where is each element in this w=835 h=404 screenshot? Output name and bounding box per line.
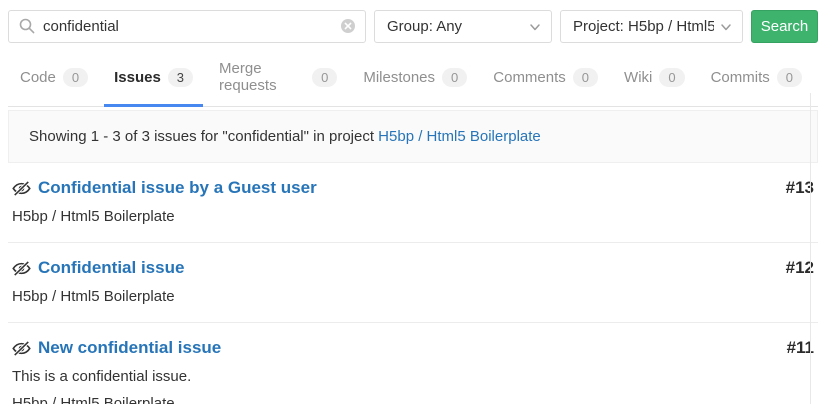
clear-search-icon[interactable] <box>340 18 356 34</box>
tab-count-badge: 0 <box>777 68 802 87</box>
tab-label: Wiki <box>624 69 652 86</box>
search-toolbar: Group: Any Project: H5bp / Html5 ... Sea… <box>8 0 818 43</box>
search-results-page: Group: Any Project: H5bp / Html5 ... Sea… <box>0 0 835 404</box>
tab-comments[interactable]: Comments 0 <box>483 52 608 107</box>
issue-result-row: Confidential issue by a Guest user #13 H… <box>8 163 818 242</box>
results-summary: Showing 1 - 3 of 3 issues for "confident… <box>8 110 818 163</box>
project-filter-dropdown[interactable]: Project: H5bp / Html5 ... <box>560 10 743 43</box>
issue-title-link[interactable]: New confidential issue <box>38 338 221 358</box>
confidential-eye-slash-icon <box>12 181 31 196</box>
group-filter-dropdown[interactable]: Group: Any <box>374 10 552 43</box>
issue-project-name: H5bp / Html5 Boilerplate <box>12 288 814 305</box>
tab-label: Milestones <box>363 69 435 86</box>
issue-project-name: H5bp / Html5 Boilerplate <box>12 395 814 404</box>
tab-count-badge: 0 <box>442 68 467 87</box>
result-header: New confidential issue #11 <box>12 338 814 358</box>
search-box <box>8 10 366 43</box>
tab-count-badge: 0 <box>659 68 684 87</box>
tab-count-badge: 3 <box>168 68 193 87</box>
confidential-eye-slash-icon <box>12 261 31 276</box>
tab-count-badge: 0 <box>312 68 337 87</box>
chevron-down-icon <box>529 21 541 33</box>
issue-description: This is a confidential issue. <box>12 368 814 385</box>
content-right-border <box>810 93 811 404</box>
tab-count-badge: 0 <box>573 68 598 87</box>
issue-project-name: H5bp / Html5 Boilerplate <box>12 208 814 225</box>
confidential-eye-slash-icon <box>12 341 31 356</box>
tab-label: Issues <box>114 69 161 86</box>
results-list: Confidential issue by a Guest user #13 H… <box>8 163 818 404</box>
search-scope-tabs: Code 0 Issues 3 Merge requests 0 Milesto… <box>8 52 818 107</box>
group-filter-label: Group: Any <box>387 18 462 35</box>
issue-result-row: Confidential issue #12 H5bp / Html5 Boil… <box>8 242 818 322</box>
search-input[interactable] <box>8 10 366 43</box>
results-summary-text: Showing 1 - 3 of 3 issues for "confident… <box>29 128 374 145</box>
tab-commits[interactable]: Commits 0 <box>701 52 812 107</box>
result-header: Confidential issue by a Guest user #13 <box>12 178 814 198</box>
issue-title-link[interactable]: Confidential issue by a Guest user <box>38 178 317 198</box>
search-button[interactable]: Search <box>751 10 818 43</box>
tab-code[interactable]: Code 0 <box>10 52 98 107</box>
tab-merge-requests[interactable]: Merge requests 0 <box>209 52 347 107</box>
tab-label: Commits <box>711 69 770 86</box>
chevron-down-icon <box>720 21 732 33</box>
search-icon <box>19 18 35 34</box>
tab-label: Code <box>20 69 56 86</box>
project-filter-label: Project: H5bp / Html5 ... <box>573 18 714 35</box>
tab-count-badge: 0 <box>63 68 88 87</box>
tab-issues[interactable]: Issues 3 <box>104 52 203 107</box>
tab-milestones[interactable]: Milestones 0 <box>353 52 477 107</box>
issue-result-row: New confidential issue #11 This is a con… <box>8 322 818 404</box>
tab-wiki[interactable]: Wiki 0 <box>614 52 695 107</box>
result-header: Confidential issue #12 <box>12 258 814 278</box>
tab-label: Merge requests <box>219 60 305 94</box>
project-link[interactable]: H5bp / Html5 Boilerplate <box>378 128 541 145</box>
tab-label: Comments <box>493 69 566 86</box>
issue-title-link[interactable]: Confidential issue <box>38 258 184 278</box>
